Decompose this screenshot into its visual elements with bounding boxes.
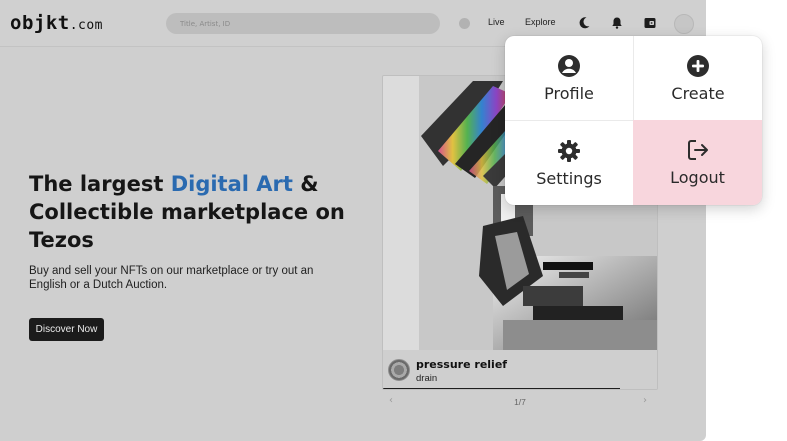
chevron-right-icon[interactable]: › [643, 395, 647, 406]
slide-progress-bar [383, 388, 621, 389]
slide-counter: 1/7 [514, 397, 526, 407]
hero-title: The largest Digital Art & Collectible ma… [29, 170, 349, 254]
artwork-meta: pressure relief drain [383, 350, 657, 389]
menu-item-logout[interactable]: Logout [633, 120, 762, 205]
logo-main-text: objkt [10, 12, 70, 34]
artwork-title[interactable]: pressure relief [416, 358, 507, 371]
menu-item-create[interactable]: Create [633, 36, 762, 120]
hero-title-accent: Digital Art [170, 172, 293, 196]
menu-label-create: Create [671, 83, 725, 103]
menu-item-profile[interactable]: Profile [505, 36, 633, 120]
logout-icon [687, 140, 708, 160]
plus-circle-icon [687, 54, 709, 77]
menu-label-logout: Logout [670, 168, 725, 187]
menu-label-profile: Profile [544, 83, 594, 103]
artist-name[interactable]: drain [416, 373, 437, 384]
user-avatar-button[interactable] [674, 14, 694, 34]
hero-subtitle: Buy and sell your NFTs on our marketplac… [29, 265, 314, 291]
menu-item-settings[interactable]: Settings [505, 120, 633, 205]
nav-explore-link[interactable]: Explore [525, 17, 556, 27]
site-logo[interactable]: objkt.com [10, 12, 103, 34]
user-menu-dropdown: Profile Create Settings Logout [505, 36, 762, 205]
menu-label-settings: Settings [536, 168, 602, 188]
wallet-icon[interactable] [643, 16, 657, 30]
nav-live-link[interactable]: Live [488, 17, 505, 27]
moon-icon[interactable] [577, 16, 591, 30]
artist-avatar[interactable] [388, 359, 410, 381]
discover-now-button[interactable]: Discover Now [29, 318, 104, 341]
search-input[interactable] [166, 13, 440, 34]
logo-suffix-text: .com [69, 18, 104, 33]
user-circle-icon [558, 54, 580, 77]
chevron-left-icon[interactable]: ‹ [389, 395, 393, 406]
status-dot-icon[interactable] [459, 18, 470, 29]
hero-title-part1: The largest [29, 172, 171, 196]
gear-icon [558, 139, 580, 162]
bell-icon[interactable] [610, 16, 624, 30]
